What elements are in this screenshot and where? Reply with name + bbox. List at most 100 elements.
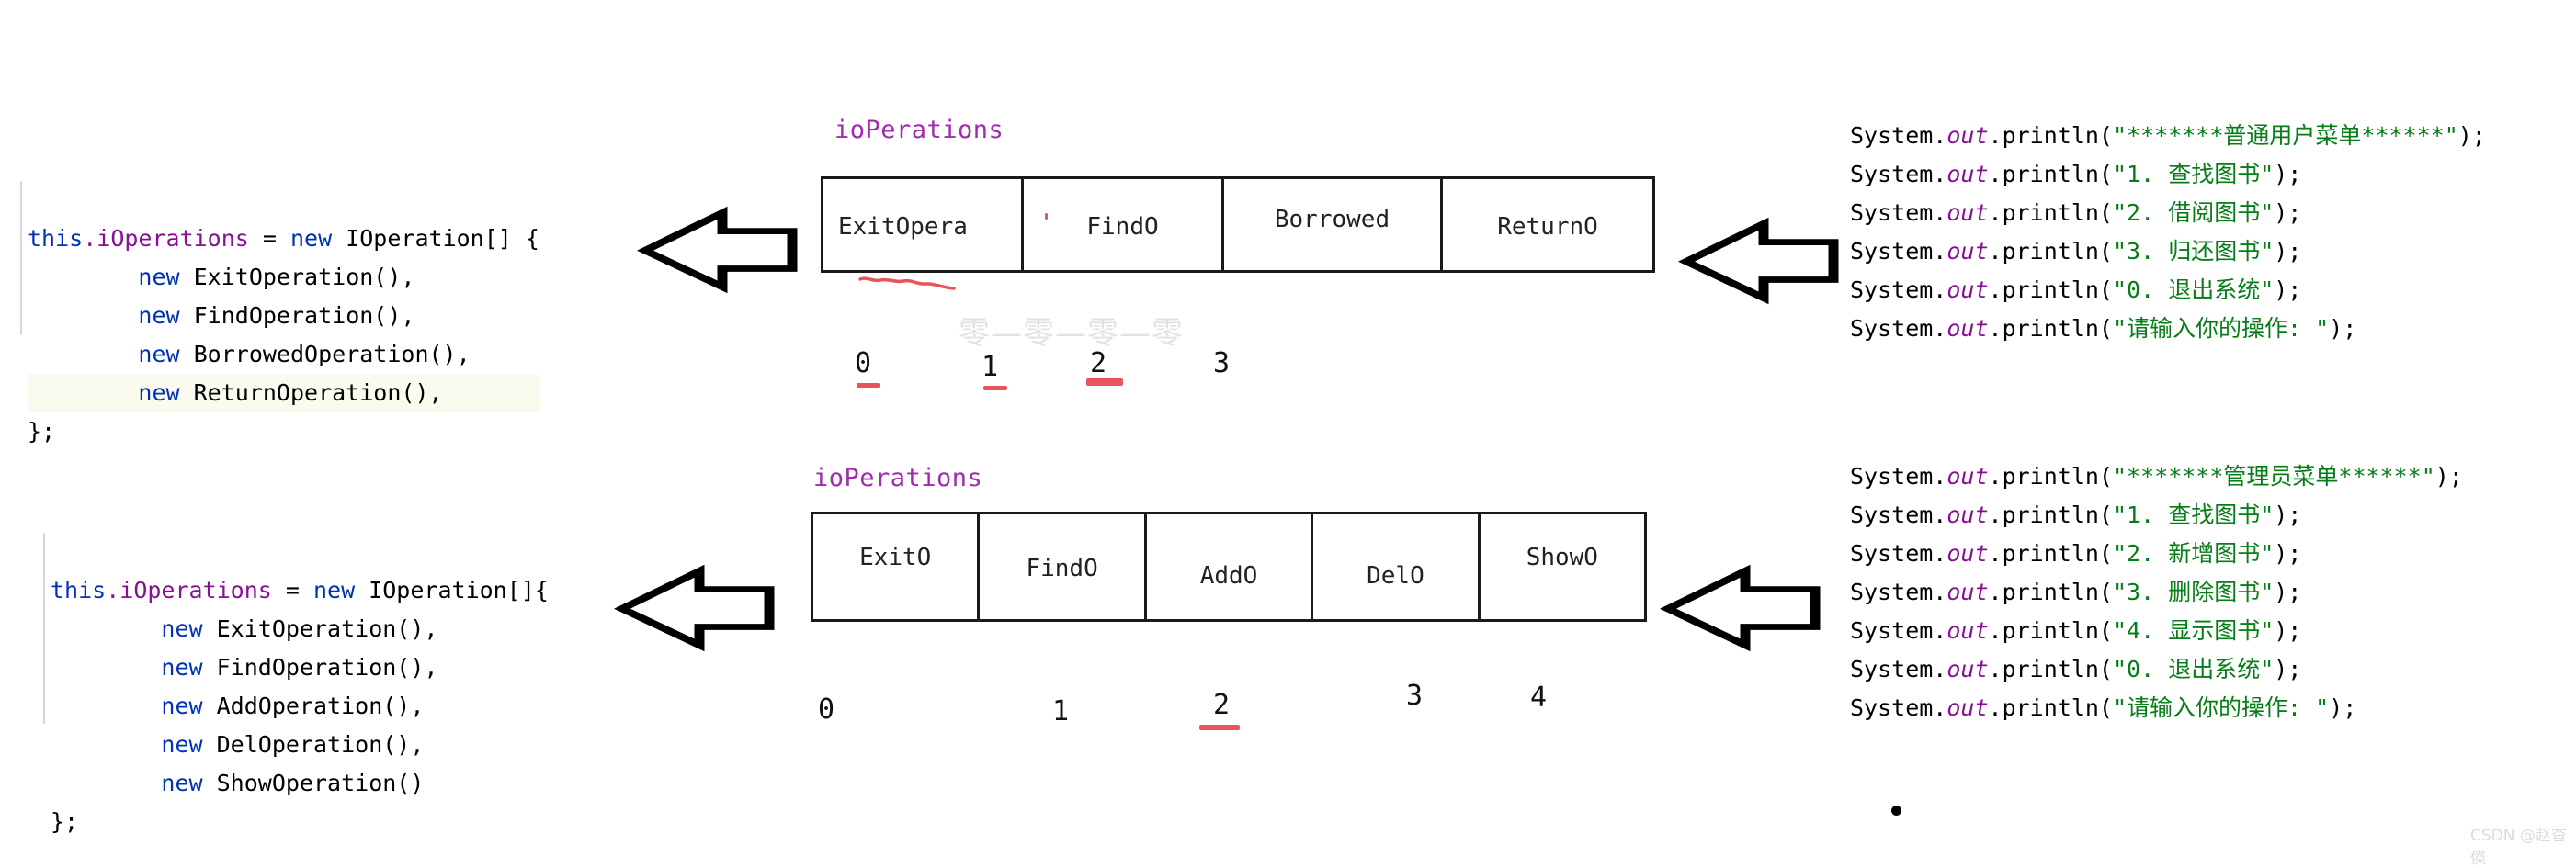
code-token: new bbox=[161, 654, 203, 681]
code-token: this bbox=[28, 225, 84, 252]
println-line: System.out.println("2. 借阅图书"); bbox=[1850, 194, 2486, 232]
println-string: "0. 退出系统" bbox=[2112, 656, 2275, 682]
watermark-csdn: CSDN @赵杳傑 bbox=[2470, 827, 2567, 868]
array-cell-label: FindO bbox=[1086, 212, 1159, 241]
code-line: new AddOperation(), bbox=[51, 687, 549, 726]
println-method: .println( bbox=[1988, 122, 2113, 149]
println-string: "4. 显示图书" bbox=[2112, 617, 2275, 644]
array-index-label: 2 bbox=[1090, 347, 1107, 379]
code-token: new bbox=[138, 341, 180, 367]
println-line: System.out.println("1. 查找图书"); bbox=[1850, 496, 2463, 535]
watermark-zero: 零—零—零—零 bbox=[959, 315, 1184, 352]
println-method: .println( bbox=[1988, 656, 2113, 682]
println-string: "2. 借阅图书" bbox=[2112, 199, 2275, 226]
println-method: .println( bbox=[1988, 579, 2113, 605]
indent-guide bbox=[20, 181, 22, 335]
array-diagram-top: ExitOpera FindO Borrowed ReturnO bbox=[821, 176, 1655, 273]
println-string: "*******管理员菜单******" bbox=[2112, 463, 2435, 490]
code-token: .iOperations bbox=[83, 225, 249, 252]
code-token: new bbox=[290, 225, 333, 252]
red-annotation-underline bbox=[857, 383, 880, 388]
println-field: out bbox=[1946, 694, 1989, 721]
println-method: .println( bbox=[1988, 238, 2113, 265]
println-method: .println( bbox=[1988, 502, 2113, 528]
array-index-label: 1 bbox=[982, 351, 999, 383]
code-token: new bbox=[161, 693, 203, 719]
println-line: System.out.println("*******管理员菜单******")… bbox=[1850, 457, 2463, 496]
println-field: out bbox=[1946, 656, 1989, 682]
code-line: new DelOperation(), bbox=[51, 726, 549, 764]
code-token: BorrowedOperation(), bbox=[179, 341, 471, 367]
code-token: ReturnOperation(), bbox=[179, 379, 443, 406]
red-annotation-underline bbox=[1086, 378, 1123, 386]
println-field: out bbox=[1946, 463, 1989, 490]
array-cell: ShowO bbox=[1481, 514, 1644, 619]
println-prefix: System. bbox=[1850, 161, 1947, 187]
array-cell-label: ReturnO bbox=[1497, 212, 1598, 241]
println-suffix: ); bbox=[2274, 656, 2302, 682]
println-method: .println( bbox=[1988, 315, 2113, 342]
array-index-label: 1 bbox=[1052, 695, 1070, 727]
array-cell-label: ExitO bbox=[859, 544, 932, 571]
array-cell: Borrowed bbox=[1224, 179, 1443, 270]
code-line: new ShowOperation() bbox=[51, 764, 549, 803]
array-index-label: 4 bbox=[1530, 682, 1548, 714]
array-cell: AddO bbox=[1147, 514, 1314, 619]
code-token: ShowOperation() bbox=[202, 770, 425, 796]
array-cell: DelO bbox=[1313, 514, 1481, 619]
println-line: System.out.println("*******普通用户菜单******"… bbox=[1850, 117, 2486, 155]
println-method: .println( bbox=[1988, 463, 2113, 490]
println-prefix: System. bbox=[1850, 463, 1947, 490]
code-token: DelOperation(), bbox=[202, 731, 425, 758]
arrow-left-bottom-println bbox=[1660, 564, 1821, 652]
array-label-bottom: ioPerations bbox=[813, 464, 983, 492]
println-field: out bbox=[1946, 199, 1989, 226]
code-line: this.iOperations = new IOperation[]{ bbox=[51, 571, 549, 610]
println-method: .println( bbox=[1988, 540, 2113, 567]
println-line: System.out.println("1. 查找图书"); bbox=[1850, 155, 2486, 194]
code-token: new bbox=[161, 615, 203, 642]
println-prefix: System. bbox=[1850, 502, 1947, 528]
println-field: out bbox=[1946, 502, 1989, 528]
code-token: IOperation[] { bbox=[332, 225, 539, 252]
array-cell-label: FindO bbox=[1026, 555, 1098, 582]
println-suffix: ); bbox=[2274, 579, 2302, 605]
code-token: = bbox=[248, 225, 290, 252]
array-cell: ReturnO bbox=[1443, 179, 1652, 270]
array-cell-label: AddO bbox=[1199, 562, 1258, 590]
code-line: }; bbox=[28, 412, 539, 451]
println-field: out bbox=[1946, 540, 1989, 567]
println-line: System.out.println("3. 删除图书"); bbox=[1850, 573, 2463, 612]
println-suffix: ); bbox=[2434, 463, 2463, 490]
code-line: }; bbox=[51, 803, 549, 841]
println-prefix: System. bbox=[1850, 617, 1947, 644]
println-string: "2. 新增图书" bbox=[2112, 540, 2275, 567]
println-suffix: ); bbox=[2329, 694, 2357, 721]
println-prefix: System. bbox=[1850, 656, 1947, 682]
println-field: out bbox=[1946, 122, 1989, 149]
println-block-admin-menu: System.out.println("*******管理员菜单******")… bbox=[1850, 457, 2463, 727]
println-line: System.out.println("4. 显示图书"); bbox=[1850, 612, 2463, 650]
code-token: FindOperation(), bbox=[179, 302, 415, 329]
red-squiggle-annotation bbox=[858, 276, 956, 290]
array-cell-label: DelO bbox=[1367, 562, 1424, 590]
code-line: new BorrowedOperation(), bbox=[28, 335, 539, 374]
println-line: System.out.println("3. 归还图书"); bbox=[1850, 232, 2486, 271]
code-token: }; bbox=[51, 808, 79, 835]
println-suffix: ); bbox=[2274, 540, 2302, 567]
println-string: "0. 退出系统" bbox=[2112, 276, 2275, 303]
println-line: System.out.println("0. 退出系统"); bbox=[1850, 271, 2486, 310]
code-token: ExitOperation(), bbox=[202, 615, 438, 642]
println-prefix: System. bbox=[1850, 276, 1947, 303]
println-string: "请输入你的操作: " bbox=[2112, 694, 2330, 721]
array-cell-label: Borrowed bbox=[1274, 205, 1390, 233]
println-prefix: System. bbox=[1850, 315, 1947, 342]
array-diagram-bottom: ExitO FindO AddO DelO ShowO bbox=[811, 512, 1647, 622]
array-label-top: ioPerations bbox=[834, 116, 1004, 144]
code-token: new bbox=[138, 302, 180, 329]
println-string: "3. 归还图书" bbox=[2112, 238, 2275, 265]
